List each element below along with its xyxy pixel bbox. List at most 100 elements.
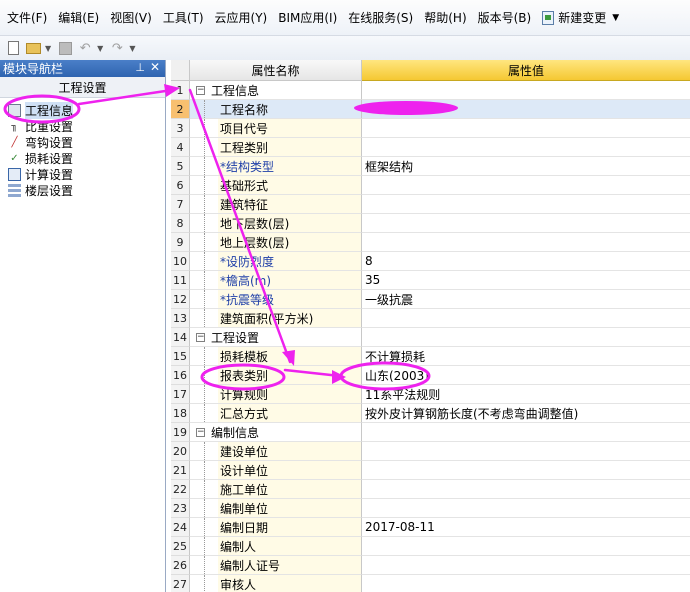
group-row[interactable]: 14− 工程设置 [171, 328, 690, 347]
new-change-button[interactable]: 新建变更 ▼ [542, 9, 619, 26]
property-row[interactable]: 27 审核人 [171, 575, 690, 592]
nav-item-hook-settings[interactable]: ╱ 弯钩设置 [0, 134, 165, 150]
property-name: 损耗模板 [220, 349, 269, 364]
close-icon[interactable]: ✕ [150, 60, 160, 74]
redo-dropdown-icon[interactable]: ▼ [129, 44, 135, 53]
property-value-cell[interactable]: 框架结构 [362, 157, 690, 176]
property-row[interactable]: 12 *抗震等级 一级抗震 [171, 290, 690, 309]
property-row[interactable]: 11 *檐高(m) 35 [171, 271, 690, 290]
property-row[interactable]: 6 基础形式 [171, 176, 690, 195]
property-value-cell[interactable] [362, 138, 690, 157]
anchor-icon: ╖ [11, 120, 18, 132]
tree-line [204, 385, 205, 403]
property-value-cell[interactable] [362, 176, 690, 195]
property-name-cell: − 工程信息 [190, 81, 362, 100]
tree-line [204, 290, 205, 308]
collapse-icon[interactable]: − [196, 332, 205, 342]
property-row[interactable]: 13 建筑面积(平方米) [171, 309, 690, 328]
menu-version[interactable]: 版本号(B) [478, 9, 532, 26]
property-value-cell[interactable] [362, 556, 690, 575]
tree-line [204, 461, 205, 479]
nav-item-weight-settings[interactable]: ╖ 比重设置 [0, 118, 165, 134]
property-row[interactable]: 2 工程名称 [171, 100, 690, 119]
property-value-cell[interactable] [362, 233, 690, 252]
menu-bim[interactable]: BIM应用(I) [278, 9, 337, 26]
property-name-cell: − 工程设置 [190, 328, 362, 347]
property-row[interactable]: 24 编制日期 2017-08-11 [171, 518, 690, 537]
menu-help[interactable]: 帮助(H) [424, 9, 466, 26]
property-value-cell[interactable] [362, 309, 690, 328]
menu-tools[interactable]: 工具(T) [163, 9, 204, 26]
menu-file[interactable]: 文件(F) [7, 9, 47, 26]
nav-item-calc-settings[interactable]: 计算设置 [0, 166, 165, 182]
property-value-cell[interactable] [362, 575, 690, 592]
undo-dropdown-icon[interactable]: ▼ [97, 44, 103, 53]
menu-cloud[interactable]: 云应用(Y) [215, 9, 268, 26]
menu-edit[interactable]: 编辑(E) [58, 9, 99, 26]
property-row[interactable]: 16 报表类别 山东(2003) [171, 366, 690, 385]
property-value-cell[interactable]: 山东(2003) [362, 366, 690, 385]
property-value-cell[interactable]: 一级抗震 [362, 290, 690, 309]
property-value-cell[interactable] [362, 442, 690, 461]
property-value-cell[interactable]: 不计算损耗 [362, 347, 690, 366]
property-name: *结构类型 [220, 159, 275, 174]
property-value-cell[interactable] [362, 214, 690, 233]
property-row[interactable]: 9 地上层数(层) [171, 233, 690, 252]
property-value-cell[interactable] [362, 537, 690, 556]
collapse-icon[interactable]: − [196, 427, 205, 437]
property-row[interactable]: 7 建筑特征 [171, 195, 690, 214]
menu-online[interactable]: 在线服务(S) [348, 9, 413, 26]
save-button[interactable] [57, 40, 73, 56]
property-value-cell[interactable] [362, 100, 690, 119]
new-file-button[interactable] [5, 40, 21, 56]
property-value-cell[interactable] [362, 499, 690, 518]
property-value-cell[interactable]: 2017-08-11 [362, 518, 690, 537]
property-row[interactable]: 17 计算规则 11系平法规则 [171, 385, 690, 404]
property-row[interactable]: 21 设计单位 [171, 461, 690, 480]
new-change-label: 新建变更 [558, 11, 607, 25]
chevron-down-icon[interactable]: ▼ [612, 13, 619, 23]
property-value-cell[interactable]: 8 [362, 252, 690, 271]
collapse-icon[interactable]: − [196, 85, 205, 95]
tree-line [204, 176, 205, 194]
tree-line [204, 442, 205, 460]
property-name-cell: 汇总方式 [190, 404, 362, 423]
undo-button[interactable]: ↶ [77, 40, 93, 56]
property-name: 编制人 [220, 539, 257, 554]
property-row[interactable]: 15 损耗模板 不计算损耗 [171, 347, 690, 366]
nav-item-floor-settings[interactable]: 楼层设置 [0, 182, 165, 198]
property-row[interactable]: 8 地下层数(层) [171, 214, 690, 233]
nav-item-loss-settings[interactable]: ✓ 损耗设置 [0, 150, 165, 166]
property-row[interactable]: 18 汇总方式 按外皮计算钢筋长度(不考虑弯曲调整值) [171, 404, 690, 423]
property-value-cell[interactable]: 按外皮计算钢筋长度(不考虑弯曲调整值) [362, 404, 690, 423]
open-dropdown-icon[interactable]: ▼ [45, 44, 51, 53]
property-row[interactable]: 25 编制人 [171, 537, 690, 556]
property-row[interactable]: 22 施工单位 [171, 480, 690, 499]
property-value-cell[interactable] [362, 195, 690, 214]
property-value-cell[interactable]: 11系平法规则 [362, 385, 690, 404]
property-value-cell [362, 423, 690, 442]
new-file-icon [7, 41, 19, 55]
property-name-cell: 编制日期 [190, 518, 362, 537]
property-row[interactable]: 10 *设防烈度 8 [171, 252, 690, 271]
group-row[interactable]: 1− 工程信息 [171, 81, 690, 100]
property-value-cell[interactable]: 35 [362, 271, 690, 290]
menu-view[interactable]: 视图(V) [110, 9, 152, 26]
pin-icon[interactable]: ⊥ [135, 61, 145, 74]
property-row[interactable]: 3 项目代号 [171, 119, 690, 138]
property-value-cell[interactable] [362, 461, 690, 480]
property-row[interactable]: 4 工程类别 [171, 138, 690, 157]
open-file-button[interactable] [25, 40, 41, 56]
panel-title: 模块导航栏 [3, 62, 64, 76]
property-row[interactable]: 5 *结构类型 框架结构 [171, 157, 690, 176]
nav-item-project-info[interactable]: 工程信息 [0, 101, 165, 119]
redo-button[interactable]: ↷ [109, 40, 125, 56]
property-value-cell[interactable] [362, 119, 690, 138]
property-row[interactable]: 23 编制单位 [171, 499, 690, 518]
row-number: 25 [171, 537, 190, 556]
property-row[interactable]: 26 编制人证号 [171, 556, 690, 575]
property-row[interactable]: 20 建设单位 [171, 442, 690, 461]
row-number: 13 [171, 309, 190, 328]
property-value-cell[interactable] [362, 480, 690, 499]
group-row[interactable]: 19− 编制信息 [171, 423, 690, 442]
